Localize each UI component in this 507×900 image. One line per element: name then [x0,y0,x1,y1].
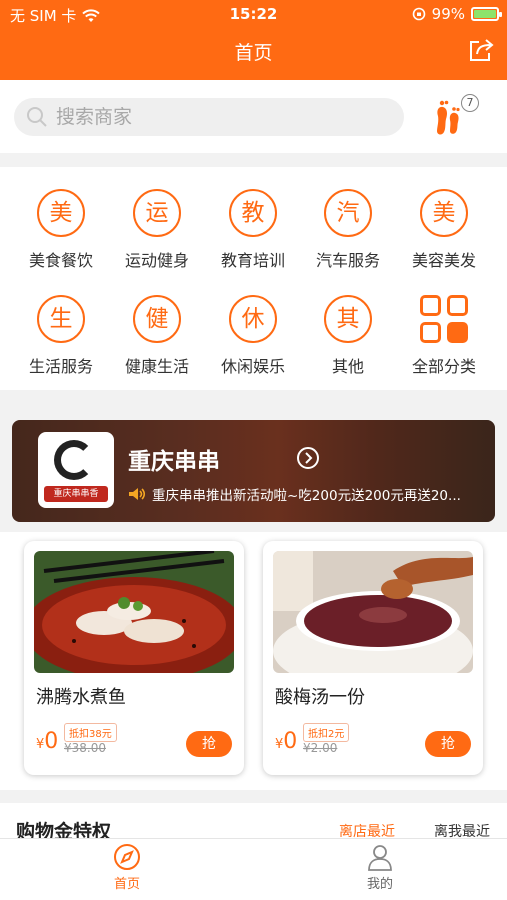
category-sports-icon: 运 [133,189,181,237]
category-label: 美食餐饮 [28,251,93,270]
category-education-icon: 教 [229,189,277,237]
status-bar: 无 SIM 卡 15:22 99% [0,0,507,28]
category-leisure[interactable]: 休 休闲娱乐 [205,295,301,395]
tab-mine-label: 我的 [366,877,393,892]
shopping-credit-section: 购物金特权 离店最近 离我最近 [0,803,507,843]
category-sports[interactable]: 运 运动健身 [109,189,205,289]
category-life-services[interactable]: 生 生活服务 [13,295,109,395]
deal-original-price: ¥2.00 [303,741,338,755]
category-label: 其他 [331,357,364,376]
category-leisure-icon: 休 [229,295,277,343]
deal-card[interactable]: 沸腾水煮鱼 ¥0 抵扣38元 ¥38.00 抢 [24,541,244,775]
chevron-right-circle-icon[interactable] [296,446,320,470]
category-label: 运动健身 [124,251,189,270]
category-auto[interactable]: 汽 汽车服务 [300,189,396,289]
bottom-tab-bar: 首页 我的 [0,838,507,900]
category-label: 休闲娱乐 [220,357,285,376]
category-beauty[interactable]: 美 美容美发 [396,189,492,289]
category-grid: 美 美食餐饮 运 运动健身 教 教育培训 汽 汽车服务 美 美容美发 生 生活服… [0,167,507,390]
category-life-services-icon: 生 [37,295,85,343]
search-input[interactable] [56,106,376,128]
tab-home-label: 首页 [113,877,140,892]
shop-notice-text: 重庆串串推出新活动啦~吃200元送200元再送20... [152,488,461,504]
category-health[interactable]: 健 健康生活 [109,295,205,395]
deal-price: ¥0 [36,729,59,754]
category-food-icon: 美 [37,189,85,237]
tab-mine[interactable]: 我的 [330,843,430,892]
shop-logo-text: 重庆串串香 [44,486,108,502]
category-label: 教育培训 [220,251,285,270]
deal-image-plum-drink [273,551,473,673]
battery-icon [471,7,502,21]
category-label: 生活服务 [28,357,93,376]
deal-price: ¥0 [275,729,298,754]
grab-button[interactable]: 抢 [425,731,471,757]
deal-card[interactable]: 酸梅汤一份 ¥0 抵扣2元 ¥2.00 抢 [263,541,483,775]
tab-home[interactable]: 首页 [77,843,177,892]
battery-percent: 99% [431,5,465,23]
shop-name: 重庆串串 [128,449,220,475]
deal-title: 酸梅汤一份 [275,687,365,708]
search-icon [27,107,47,127]
orientation-lock-icon [412,7,425,21]
category-label: 健康生活 [124,357,189,376]
compass-icon [114,844,140,870]
category-food[interactable]: 美 美食餐饮 [13,189,109,289]
user-icon [368,845,392,871]
shop-banner[interactable]: 重庆串串香 重庆串串 重庆串串推出新活动啦~吃200元送200元再送20... [12,420,495,522]
category-label: 汽车服务 [315,251,380,270]
category-other[interactable]: 其 其他 [300,295,396,395]
home-page: 无 SIM 卡 15:22 99% 首页 搜索商家 7 美 美食餐饮 运 运动健… [0,0,507,900]
category-beauty-icon: 美 [420,189,468,237]
category-all[interactable]: 全部分类 [396,295,492,395]
category-health-icon: 健 [133,295,181,343]
deal-image-fish [34,551,234,673]
shop-notice: 重庆串串推出新活动啦~吃200元送200元再送20... [128,484,488,504]
footprint-count-badge: 7 [461,94,479,112]
search-box[interactable] [14,98,404,136]
top-bar: 无 SIM 卡 15:22 99% 首页 [0,0,507,80]
share-icon[interactable] [467,38,495,64]
category-education[interactable]: 教 教育培训 [205,189,301,289]
deal-original-price: ¥38.00 [64,741,106,755]
category-auto-icon: 汽 [324,189,372,237]
category-label: 全部分类 [411,357,476,376]
shop-logo: 重庆串串香 [38,432,114,508]
page-title: 首页 [234,42,273,64]
category-label: 美容美发 [411,251,476,270]
deal-discount-badge: 抵扣2元 [303,723,350,742]
search-area [0,80,507,153]
deal-title: 沸腾水煮鱼 [36,687,126,708]
speaker-icon [129,488,146,500]
all-categories-icon [420,295,468,343]
category-other-icon: 其 [324,295,372,343]
grab-button[interactable]: 抢 [186,731,232,757]
deal-discount-badge: 抵扣38元 [64,723,117,742]
